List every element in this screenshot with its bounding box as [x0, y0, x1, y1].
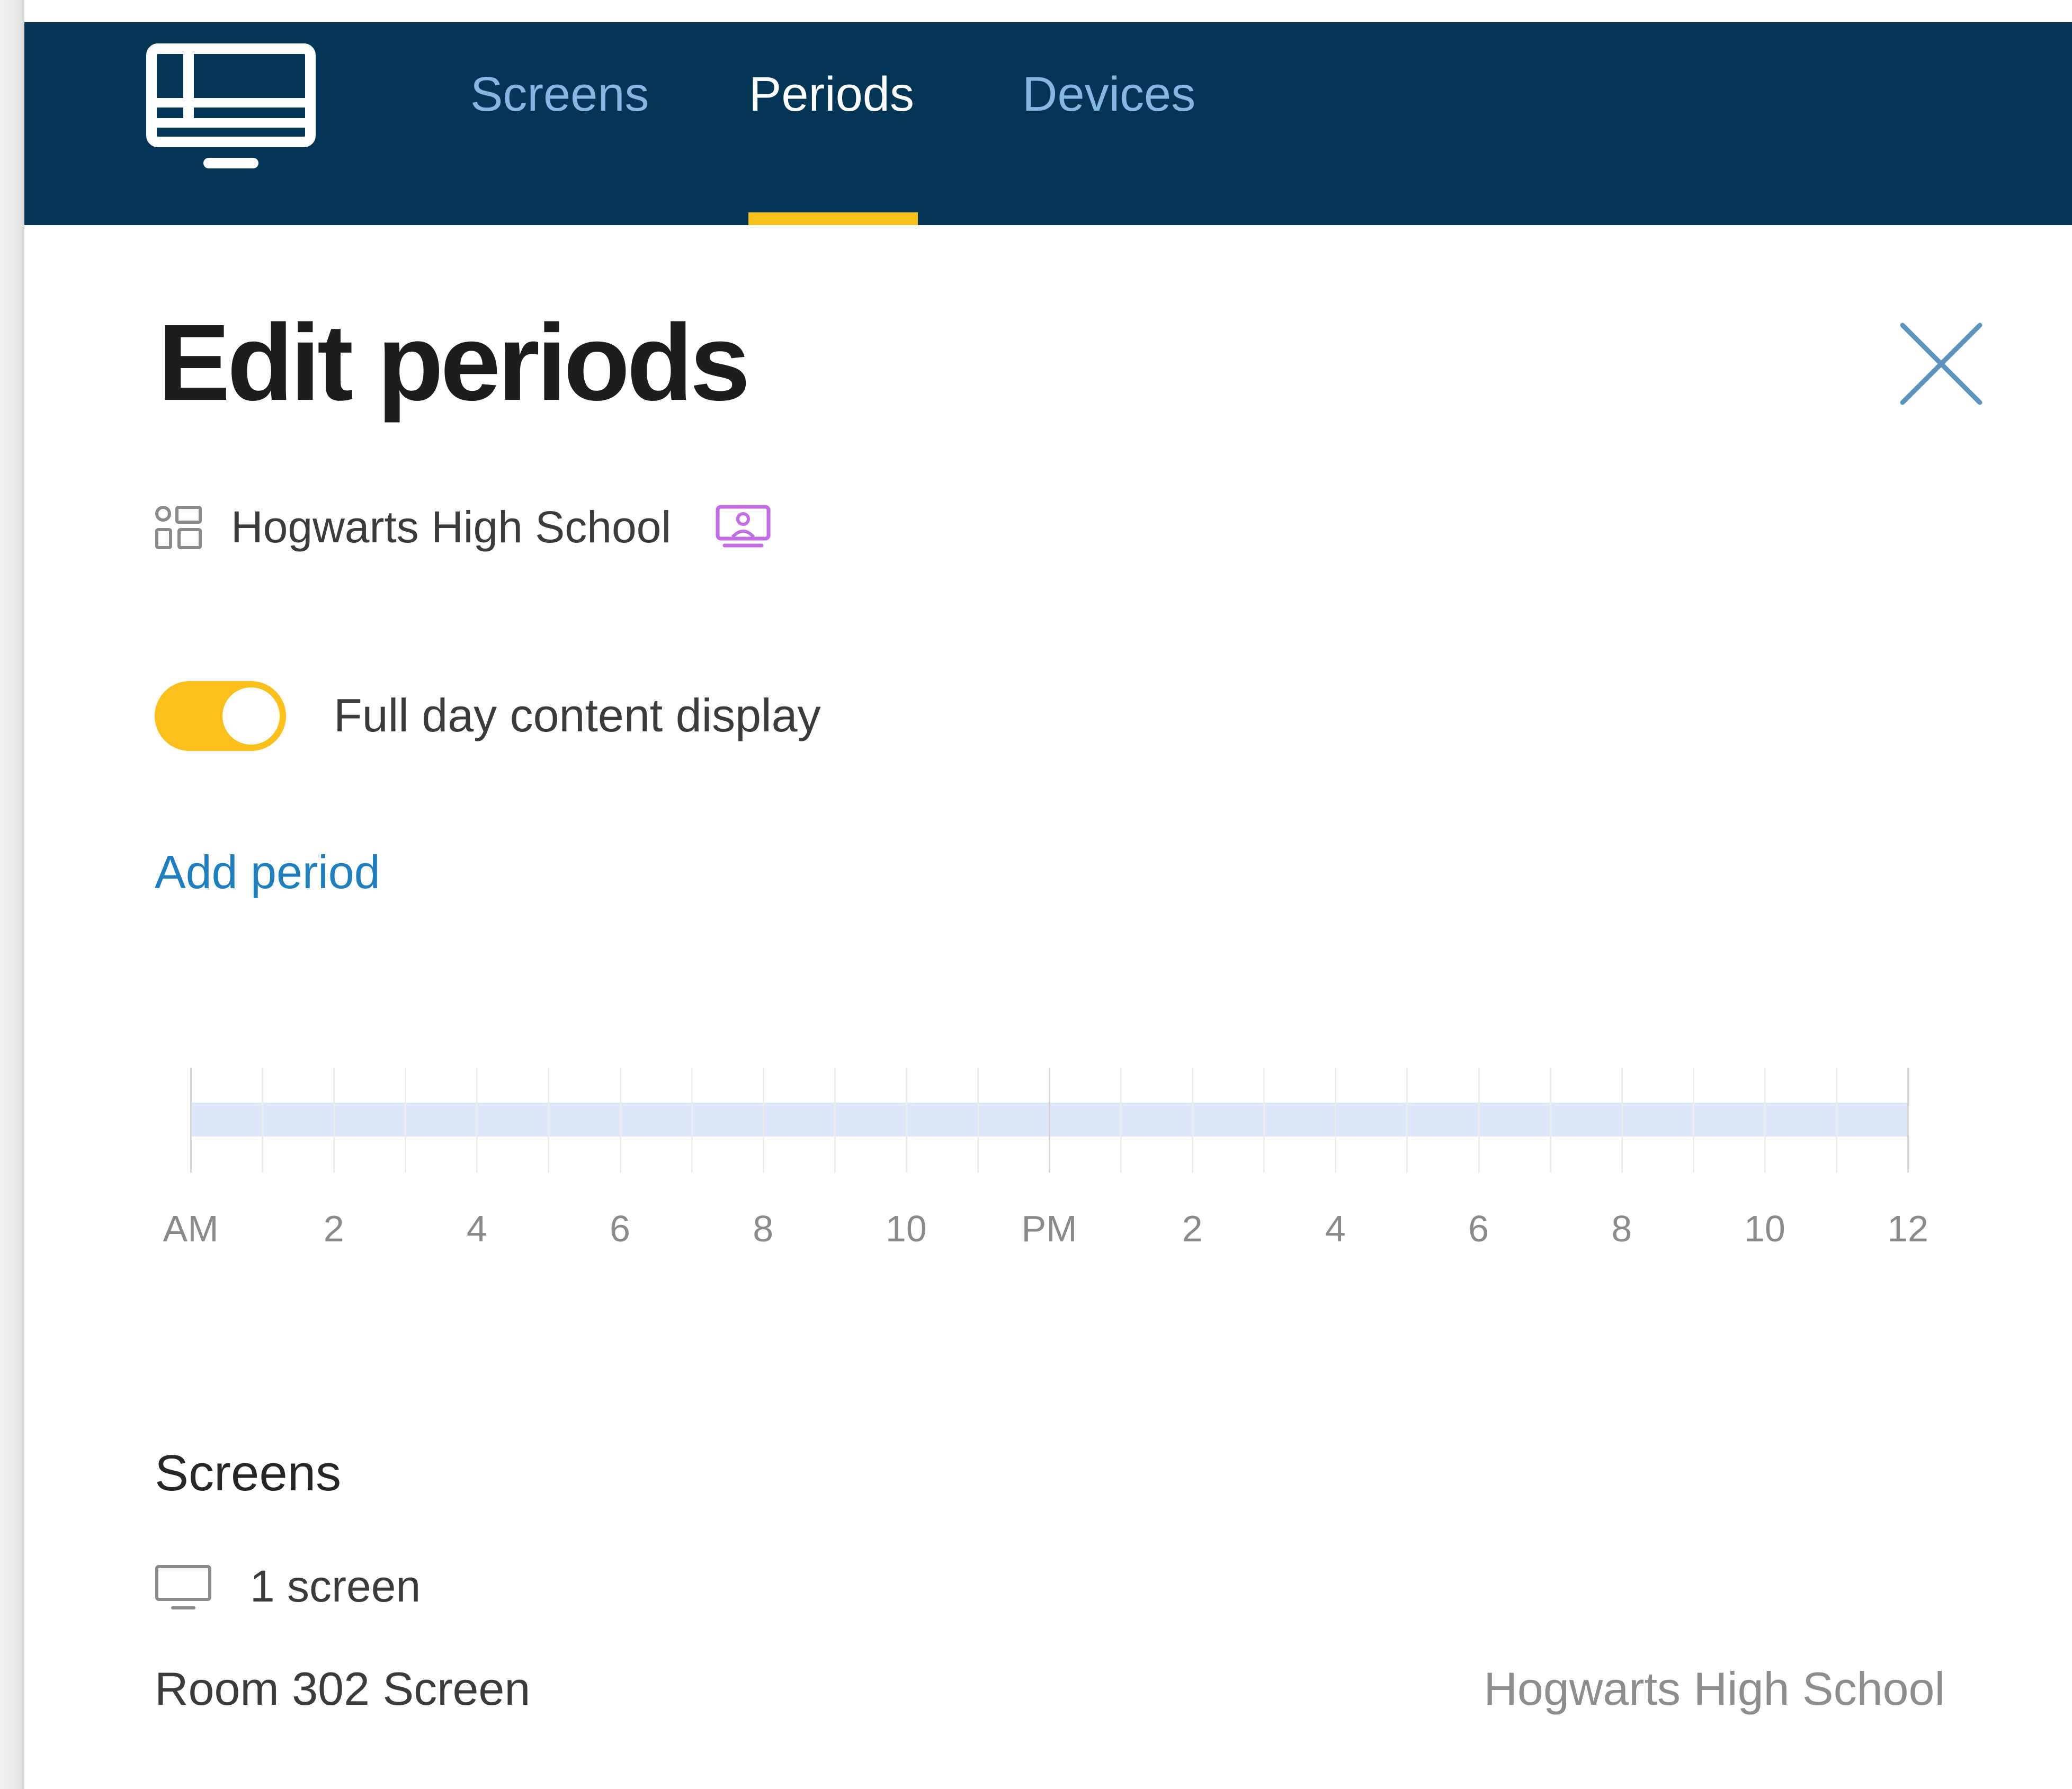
panel-shadow [0, 0, 24, 1789]
timeline-tick [262, 1068, 264, 1173]
timeline-tick [1406, 1068, 1408, 1173]
close-icon[interactable] [1896, 319, 1986, 409]
screen-name: Room 302 Screen [155, 1662, 531, 1715]
timeline-tick [1549, 1068, 1551, 1173]
timeline-tick [834, 1068, 836, 1173]
app-window: Screens Periods Devices Edit periods Hog… [0, 0, 2072, 1789]
full-day-toggle[interactable] [155, 681, 286, 751]
active-tab-indicator [748, 212, 918, 225]
timeline-tick [1692, 1068, 1694, 1173]
timeline-tick [1907, 1068, 1909, 1173]
timeline-tick [977, 1068, 979, 1173]
timeline-hour-label: PM [1021, 1208, 1077, 1249]
top-navbar [24, 22, 2072, 225]
tab-devices[interactable]: Devices [1022, 68, 1195, 121]
timeline-tick [762, 1068, 764, 1173]
timeline-tick [1120, 1068, 1122, 1173]
screens-heading: Screens [155, 1445, 342, 1501]
timeline-tick [1335, 1068, 1337, 1173]
page-title: Edit periods [158, 302, 751, 423]
timeline-tick [619, 1068, 621, 1173]
timeline-hour-label: AM [163, 1208, 219, 1249]
timeline-hour-label: 4 [466, 1208, 487, 1249]
top-strip [0, 0, 2072, 22]
timeline-hour-label: 4 [1325, 1208, 1346, 1249]
timeline-hour-label: 12 [1887, 1208, 1928, 1249]
timeline-tick [190, 1068, 192, 1173]
add-period-link[interactable]: Add period [155, 843, 380, 901]
timeline-tick [1478, 1068, 1480, 1173]
timeline-tick [1263, 1068, 1265, 1173]
timeline-tick [405, 1068, 407, 1173]
timeline-tick [333, 1068, 335, 1173]
timeline-hour-label: 2 [323, 1208, 344, 1249]
timeline-hour-label: 8 [753, 1208, 774, 1249]
timeline-tick [1192, 1068, 1194, 1173]
timeline-hour-label: 10 [885, 1208, 927, 1249]
screen-list-item[interactable]: Room 302 Screen Hogwarts High School [155, 1660, 1945, 1718]
tab-periods[interactable]: Periods [749, 68, 914, 121]
timeline-tick [1049, 1068, 1050, 1173]
toggle-knob [222, 687, 280, 745]
grid-layout-icon [155, 506, 202, 549]
monitor-icon [155, 1565, 211, 1609]
timeline-tick [1764, 1068, 1766, 1173]
timeline-hour-label: 8 [1611, 1208, 1632, 1249]
organization-name: Hogwarts High School [231, 502, 672, 552]
timeline-tick [476, 1068, 478, 1173]
timeline-hour-label: 6 [610, 1208, 630, 1249]
timeline-tick [1835, 1068, 1837, 1173]
screen-count: 1 screen [250, 1561, 421, 1611]
tab-screens[interactable]: Screens [470, 68, 649, 121]
full-day-toggle-label: Full day content display [334, 689, 821, 741]
screen-layout-icon[interactable] [146, 43, 316, 171]
presenter-screen-icon [716, 505, 771, 548]
timeline-tick [691, 1068, 693, 1173]
timeline-tick [548, 1068, 550, 1173]
timeline-hour-label: 10 [1744, 1208, 1785, 1249]
timeline-tick [905, 1068, 907, 1173]
timeline-tick [1621, 1068, 1623, 1173]
timeline-hour-label: 6 [1468, 1208, 1489, 1249]
screen-organization: Hogwarts High School [1484, 1662, 1945, 1715]
timeline-hour-label: 2 [1182, 1208, 1203, 1249]
period-timeline[interactable]: AM 2 4 6 8 10 PM 2 4 6 8 10 12 [0, 1065, 2072, 1266]
